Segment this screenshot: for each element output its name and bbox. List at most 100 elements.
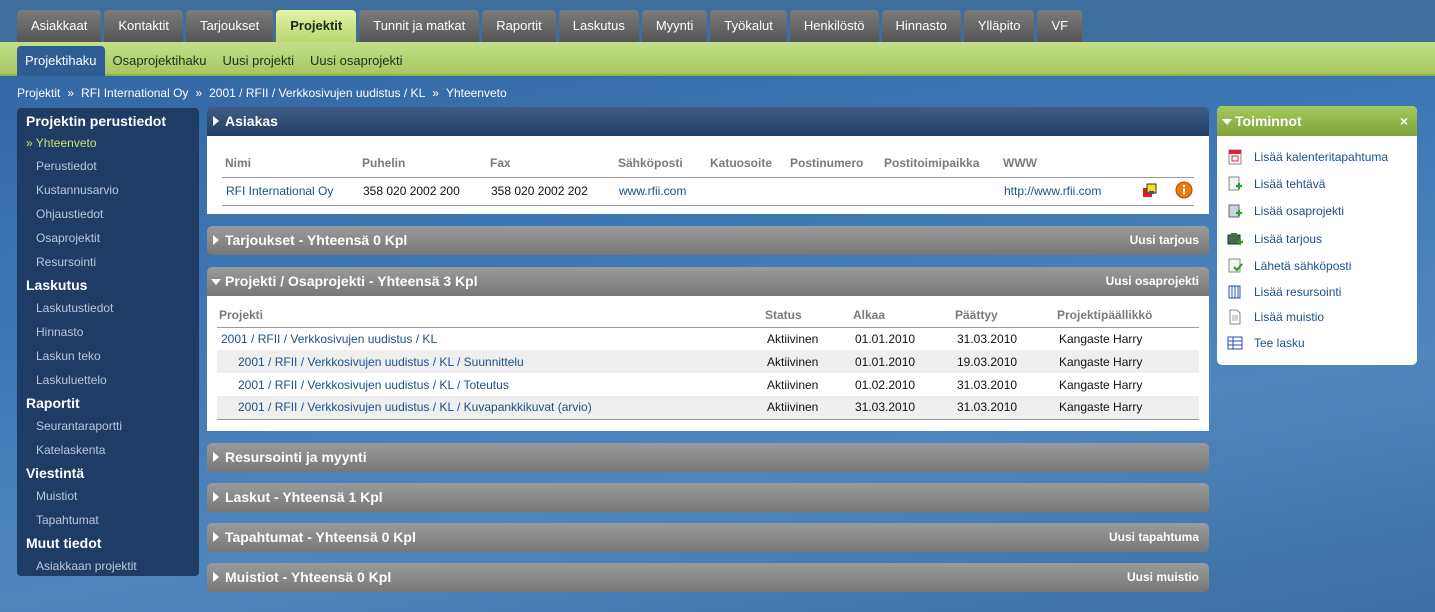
subproject-link[interactable]: 2001 / RFII / Verkkosivujen uudistus / K… xyxy=(238,378,509,392)
panel-title: Muistiot - Yhteensä 0 Kpl xyxy=(225,569,392,585)
subtab-projektihaku[interactable]: Projektihaku xyxy=(17,46,105,76)
column-header: Projektipäällikkö xyxy=(1055,304,1199,328)
subproject-link[interactable]: 2001 / RFII / Verkkosivujen uudistus / K… xyxy=(238,400,592,414)
tab-hinnasto[interactable]: Hinnasto xyxy=(881,10,961,42)
subtab-uusi-osaprojekti[interactable]: Uusi osaprojekti xyxy=(302,46,411,76)
tab-projektit[interactable]: Projektit xyxy=(276,10,357,43)
action-add-resource[interactable]: Lisää resursointi xyxy=(1217,279,1417,304)
panel-header-tarjoukset[interactable]: Tarjoukset - Yhteensä 0 Kpl Uusi tarjous xyxy=(207,226,1209,255)
tab-raportit[interactable]: Raportit xyxy=(482,10,556,42)
tab-yllapito[interactable]: Ylläpito xyxy=(963,10,1035,42)
email-icon xyxy=(1227,258,1243,274)
sidebar-item-laskuluettelo[interactable]: Laskuluettelo xyxy=(17,368,199,392)
subtab-uusi-projekti[interactable]: Uusi projekti xyxy=(215,46,303,76)
edit-customer-icon[interactable] xyxy=(1142,182,1158,201)
info-icon[interactable] xyxy=(1175,181,1193,202)
expand-triangle-icon xyxy=(213,532,219,542)
action-add-calendar-event[interactable]: Lisää kalenteritapahtuma xyxy=(1217,143,1417,170)
expand-triangle-icon xyxy=(213,572,219,582)
sidebar-item-laskutustiedot[interactable]: Laskutustiedot xyxy=(17,296,199,320)
breadcrumb: Projektit » RFI International Oy » 2001 / RF… xyxy=(17,86,507,100)
sidebar-section-title: Projektin perustiedot xyxy=(26,113,167,129)
tab-vf[interactable]: VF xyxy=(1037,10,1083,42)
sidebar-item-ohjaustiedot[interactable]: Ohjaustiedot xyxy=(17,202,199,226)
panel-title: Tapahtumat - Yhteensä 0 Kpl xyxy=(225,529,416,545)
column-header: Postitoimipaikka xyxy=(881,149,1000,178)
panel-header-tapahtumat[interactable]: Tapahtumat - Yhteensä 0 Kpl Uusi tapahtu… xyxy=(207,523,1209,552)
close-icon[interactable]: × xyxy=(1400,106,1408,136)
action-add-offer[interactable]: Lisää tarjous xyxy=(1217,225,1417,252)
action-add-task[interactable]: Lisää tehtävä xyxy=(1217,170,1417,197)
project-start: 31.03.2010 xyxy=(851,396,953,419)
top-nav-bar: Asiakkaat Kontaktit Tarjoukset Projektit… xyxy=(0,0,1435,43)
tab-kontaktit[interactable]: Kontaktit xyxy=(104,10,183,42)
breadcrumb-customer[interactable]: RFI International Oy xyxy=(81,86,188,100)
customer-fax: 358 020 2002 202 xyxy=(487,177,615,206)
sidebar-item-muistiot[interactable]: Muistiot xyxy=(17,484,199,508)
sidebar-item-seurantaraportti[interactable]: Seurantaraportti xyxy=(17,414,199,438)
customer-email-link[interactable]: www.rfii.com xyxy=(619,184,686,198)
action-label: Lisää tehtävä xyxy=(1254,176,1326,191)
new-offer-link[interactable]: Uusi tarjous xyxy=(1130,226,1199,255)
breadcrumb-project[interactable]: 2001 / RFII / Verkkosivujen uudistus / K… xyxy=(209,86,425,100)
actions-panel-header[interactable]: Toiminnot × xyxy=(1217,106,1417,136)
table-row: 2001 / RFII / Verkkosivujen uudistus / K… xyxy=(217,327,1199,350)
action-label: Tee lasku xyxy=(1254,336,1305,350)
project-manager: Kangaste Harry xyxy=(1059,377,1143,392)
breadcrumb-projektit[interactable]: Projektit xyxy=(17,86,60,100)
new-memo-link[interactable]: Uusi muistio xyxy=(1127,563,1199,592)
project-manager: Kangaste Harry xyxy=(1059,331,1143,346)
panel-header-projekti[interactable]: Projekti / Osaprojekti - Yhteensä 3 Kpl … xyxy=(207,267,1209,296)
tab-henkilosto[interactable]: Henkilöstö xyxy=(789,10,879,42)
collapse-triangle-icon xyxy=(211,279,221,285)
sidebar-item-laskun-teko[interactable]: Laskun teko xyxy=(17,344,199,368)
project-end: 31.03.2010 xyxy=(953,396,1055,419)
tab-myynti[interactable]: Myynti xyxy=(641,10,708,42)
project-panel: Projekti Status Alkaa Päättyy Projektipä… xyxy=(207,296,1209,431)
action-send-email[interactable]: Lähetä sähköposti xyxy=(1217,252,1417,279)
panel-header-muistiot[interactable]: Muistiot - Yhteensä 0 Kpl Uusi muistio xyxy=(207,563,1209,592)
invoice-icon xyxy=(1227,335,1243,351)
action-add-subproject[interactable]: Lisää osaprojekti xyxy=(1217,197,1417,225)
action-add-memo[interactable]: Lisää muistio xyxy=(1217,304,1417,330)
task-add-icon xyxy=(1227,176,1243,192)
sidebar-item-katelaskenta[interactable]: Katelaskenta xyxy=(17,438,199,462)
tab-tunnit-ja-matkat[interactable]: Tunnit ja matkat xyxy=(359,10,480,42)
action-label: Lähetä sähköposti xyxy=(1254,258,1352,273)
expand-triangle-icon xyxy=(213,116,219,126)
panel-title: Tarjoukset - Yhteensä 0 Kpl xyxy=(225,232,408,248)
resource-icon xyxy=(1227,284,1243,300)
sidebar-item-yhteenveto[interactable]: » Yhteenveto xyxy=(17,132,199,154)
panel-header-asiakas[interactable]: Asiakas xyxy=(207,107,1209,136)
sidebar-item-tapahtumat[interactable]: Tapahtumat xyxy=(17,508,199,532)
customer-name-link[interactable]: RFI International Oy xyxy=(226,184,333,198)
new-subproject-link[interactable]: Uusi osaprojekti xyxy=(1106,267,1199,296)
column-header xyxy=(1128,149,1194,178)
sidebar-item-hinnasto[interactable]: Hinnasto xyxy=(17,320,199,344)
tab-tarjoukset[interactable]: Tarjoukset xyxy=(185,10,274,42)
new-event-link[interactable]: Uusi tapahtuma xyxy=(1109,523,1199,552)
tab-asiakkaat[interactable]: Asiakkaat xyxy=(17,10,102,42)
project-status: Aktiivinen xyxy=(767,377,819,392)
expand-triangle-icon xyxy=(213,452,219,462)
sidebar-item-osaprojektit[interactable]: Osaprojektit xyxy=(17,226,199,250)
panel-header-laskut[interactable]: Laskut - Yhteensä 1 Kpl xyxy=(207,483,1209,512)
tab-tyokalut[interactable]: Työkalut xyxy=(710,10,787,42)
sidebar-item-resursointi[interactable]: Resursointi xyxy=(17,250,199,274)
sidebar-item-kustannusarvio[interactable]: Kustannusarvio xyxy=(17,178,199,202)
action-create-invoice[interactable]: Tee lasku xyxy=(1217,330,1417,356)
panel-header-resursointi[interactable]: Resursointi ja myynti xyxy=(207,443,1209,472)
project-link[interactable]: 2001 / RFII / Verkkosivujen uudistus / K… xyxy=(221,332,437,346)
sidebar-item-perustiedot[interactable]: Perustiedot xyxy=(17,154,199,178)
sidebar-section-title: Viestintä xyxy=(26,465,85,481)
customer-www-link[interactable]: http://www.rfii.com xyxy=(1004,184,1101,198)
project-table: Projekti Status Alkaa Päättyy Projektipä… xyxy=(217,304,1199,427)
expand-triangle-icon xyxy=(213,235,219,245)
sidebar-item-asiakkaan-projektit[interactable]: Asiakkaan projektit xyxy=(17,554,199,578)
project-start: 01.01.2010 xyxy=(855,331,916,346)
panel-title: Projekti / Osaprojekti - Yhteensä 3 Kpl xyxy=(225,273,478,289)
tab-laskutus[interactable]: Laskutus xyxy=(558,10,639,42)
subproject-link[interactable]: 2001 / RFII / Verkkosivujen uudistus / K… xyxy=(238,355,524,369)
subtab-osaprojektihaku[interactable]: Osaprojektihaku xyxy=(105,46,215,76)
action-label: Lisää muistio xyxy=(1254,310,1325,324)
